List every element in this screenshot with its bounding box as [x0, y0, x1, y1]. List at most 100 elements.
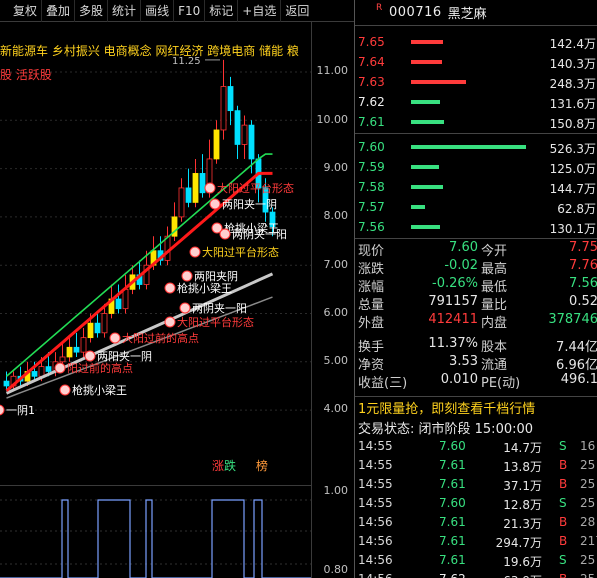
stat-row: 总量 791157 量比 0.52: [355, 294, 597, 313]
candle-body: [241, 124, 248, 145]
trade-price: 7.61: [439, 458, 466, 472]
toolbar-draw-line-button[interactable]: 画线: [140, 0, 173, 22]
chart-toolbar: 复权 叠加 多股 统计 画线 F10 标记 +自选 返回: [0, 0, 354, 22]
toolbar-f10-button[interactable]: F10: [173, 0, 204, 22]
trade-volume: 13.8万: [503, 460, 542, 474]
stat-label: 最高: [481, 262, 508, 277]
legend-rise[interactable]: 涨: [212, 459, 224, 473]
ask-row[interactable]: 7.63 248.3万: [355, 72, 597, 92]
stat-label: 内盘: [481, 316, 508, 331]
trade-status: 交易状态: 闭市阶段 15:00:00: [358, 422, 534, 437]
ask-volume: 248.3万: [549, 77, 596, 91]
stat-label: PE(动): [481, 376, 521, 391]
candle-body: [38, 366, 45, 377]
trade-time: 14:56: [358, 534, 393, 548]
trade-time: 14:55: [358, 477, 393, 491]
stat-row: 收益(三) 0.010 PE(动) 496.1: [355, 372, 597, 391]
pattern-marker-icon: [164, 282, 176, 294]
kline-panel[interactable]: 11.25 大阳过平台形态 两阳夹一阴 枪挑小梁王 两阴夹一阳 大阳过平台形态 两阳夹阴 枪挑…: [0, 22, 354, 578]
candle-body: [220, 86, 227, 131]
trade-row: 14:56 7.62 63.9万 B 25: [355, 572, 597, 578]
pattern-annotation: 大阳过平台形态: [202, 245, 279, 259]
ask-price: 7.62: [358, 95, 385, 109]
trade-count: 16: [580, 439, 596, 453]
stat-label: 总量: [358, 298, 385, 313]
price-axis: 11.00 10.00 9.00 8.00 7.00 6.00 5.00 4.0…: [311, 22, 354, 578]
trade-count: 25: [580, 572, 595, 578]
stock-code[interactable]: 000716: [389, 5, 442, 20]
toolbar-add-watchlist-button[interactable]: +自选: [237, 0, 280, 22]
ask-row[interactable]: 7.65 142.4万: [355, 32, 597, 52]
trade-price: 7.62: [439, 572, 466, 578]
trade-price: 7.61: [439, 515, 466, 529]
stat-value: 496.1: [560, 372, 597, 387]
stat-value: 6.96亿: [556, 358, 597, 373]
ask-row[interactable]: 7.62 131.6万: [355, 92, 597, 112]
candle-body: [66, 346, 73, 358]
stat-value: 7.44亿: [556, 340, 597, 355]
pattern-marker-icon: [54, 362, 66, 374]
trade-time: 14:56: [358, 515, 393, 529]
candle-body: [80, 337, 87, 353]
candle-body: [45, 366, 52, 372]
candle-body: [234, 110, 241, 145]
trade-volume: 63.9万: [503, 572, 542, 578]
price-tick: 9.00: [323, 161, 349, 174]
bid-row[interactable]: 7.60 526.3万: [355, 137, 597, 157]
bid-row[interactable]: 7.59 125.0万: [355, 157, 597, 177]
stat-row: 外盘 412411 内盘 378746: [355, 312, 597, 331]
stock-name[interactable]: 黑芝麻: [448, 3, 487, 22]
ask-volume-bar: [411, 60, 442, 64]
stat-value: 7.56: [569, 276, 597, 291]
margin-mark: R: [376, 3, 383, 13]
trade-direction: B: [559, 534, 568, 548]
trade-count: 25: [580, 477, 596, 491]
pattern-annotation: 大阳过平台形态: [217, 181, 294, 195]
indicator-chart[interactable]: [0, 485, 311, 578]
toolbar-stats-button[interactable]: 统计: [107, 0, 140, 22]
toolbar-multi-stock-button[interactable]: 多股: [74, 0, 107, 22]
tick-trade-list[interactable]: 14:55 7.60 14.7万 S 16 14:55 7.61 13.8万 B 25 14:55 7…: [355, 439, 597, 578]
legend-fall[interactable]: 跌: [224, 459, 236, 473]
trade-price: 7.60: [439, 439, 466, 453]
ask-row[interactable]: 7.61 150.8万: [355, 112, 597, 132]
bid-price: 7.58: [358, 180, 385, 194]
pattern-marker-icon: [0, 404, 5, 416]
pattern-marker-icon: [209, 198, 221, 210]
pattern-annotation: 阳过前的高点: [67, 361, 133, 375]
stat-label: 涨幅: [358, 280, 385, 295]
bid-volume: 144.7万: [549, 182, 596, 196]
toolbar-mark-button[interactable]: 标记: [204, 0, 237, 22]
stat-label: 收益(三): [358, 376, 408, 391]
stat-label: 股本: [481, 340, 508, 355]
stat-label: 最低: [481, 280, 508, 295]
bid-row[interactable]: 7.56 130.1万: [355, 217, 597, 237]
ask-row[interactable]: 7.64 140.3万: [355, 52, 597, 72]
ask-price: 7.65: [358, 35, 385, 49]
pattern-marker-icon: [189, 246, 201, 258]
pattern-annotation: 一阴1: [6, 404, 35, 417]
pattern-marker-icon: [204, 182, 216, 194]
bid-row[interactable]: 7.57 62.8万: [355, 197, 597, 217]
level2-promo-link[interactable]: 1元限量抢，即刻查看千档行情: [358, 398, 535, 417]
stat-value: 7.75: [569, 240, 597, 255]
toolbar-fuquan-button[interactable]: 复权: [9, 0, 41, 22]
candle-body: [3, 380, 10, 387]
bid-row[interactable]: 7.58 144.7万: [355, 177, 597, 197]
ask-price: 7.64: [358, 55, 385, 69]
toolbar-back-button[interactable]: 返回: [280, 0, 313, 22]
stat-label: 涨跌: [358, 262, 385, 277]
candle-body: [248, 124, 255, 160]
trade-count: 25: [580, 458, 596, 472]
stat-label: 换手: [358, 340, 385, 355]
candlestick-chart[interactable]: 11.25 大阳过平台形态 两阳夹一阴 枪挑小梁王 两阴夹一阳 大阳过平台形态 两阳夹阴 枪挑…: [0, 22, 311, 478]
toolbar-overlay-button[interactable]: 叠加: [41, 0, 74, 22]
stock-header: R 000716 黑芝麻: [355, 0, 597, 26]
buy-order-book: 7.60 526.3万 7.59 125.0万 7.58 144.7万 7.57 62.8万 7…: [355, 137, 597, 237]
legend-list[interactable]: 榜: [256, 459, 268, 473]
bid-volume-bar: [411, 165, 439, 169]
stat-row: 涨幅 -0.26% 最低 7.56: [355, 276, 597, 295]
stat-label: 量比: [481, 298, 508, 313]
candle-body: [115, 298, 122, 310]
bid-volume: 526.3万: [549, 142, 596, 156]
